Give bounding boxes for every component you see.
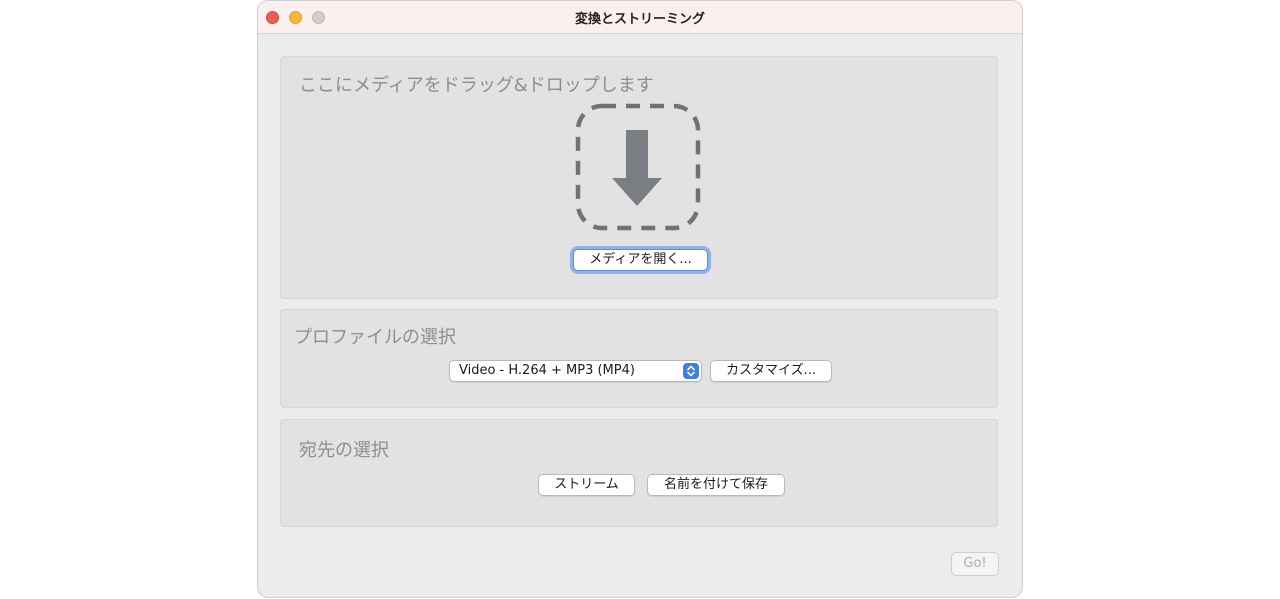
- profile-section-title: プロファイルの選択: [294, 327, 456, 348]
- download-arrow-icon: [575, 103, 701, 231]
- customize-button[interactable]: カスタマイズ...: [710, 360, 832, 382]
- title-bar: 変換とストリーミング: [258, 1, 1022, 34]
- stream-button[interactable]: ストリーム: [538, 474, 635, 496]
- destination-section-title: 宛先の選択: [299, 440, 389, 461]
- save-as-button[interactable]: 名前を付けて保存: [647, 474, 785, 496]
- drop-media-panel[interactable]: ここにメディアをドラッグ&ドロップします メディアを開く...: [280, 56, 998, 299]
- profile-panel: プロファイルの選択 Video - H.264 + MP3 (MP4) カスタマ…: [280, 309, 998, 408]
- go-button[interactable]: Go!: [951, 552, 999, 576]
- profile-select[interactable]: Video - H.264 + MP3 (MP4): [449, 360, 702, 382]
- drop-media-title: ここにメディアをドラッグ&ドロップします: [299, 75, 654, 96]
- open-media-button[interactable]: メディアを開く...: [573, 249, 708, 271]
- profile-select-value: Video - H.264 + MP3 (MP4): [459, 363, 635, 378]
- destination-panel: 宛先の選択 ストリーム 名前を付けて保存: [280, 419, 998, 527]
- convert-stream-window: 変換とストリーミング ここにメディアをドラッグ&ドロップします メディアを開く.…: [258, 1, 1022, 597]
- window-title: 変換とストリーミング: [574, 12, 705, 27]
- select-arrows-icon: [683, 363, 699, 379]
